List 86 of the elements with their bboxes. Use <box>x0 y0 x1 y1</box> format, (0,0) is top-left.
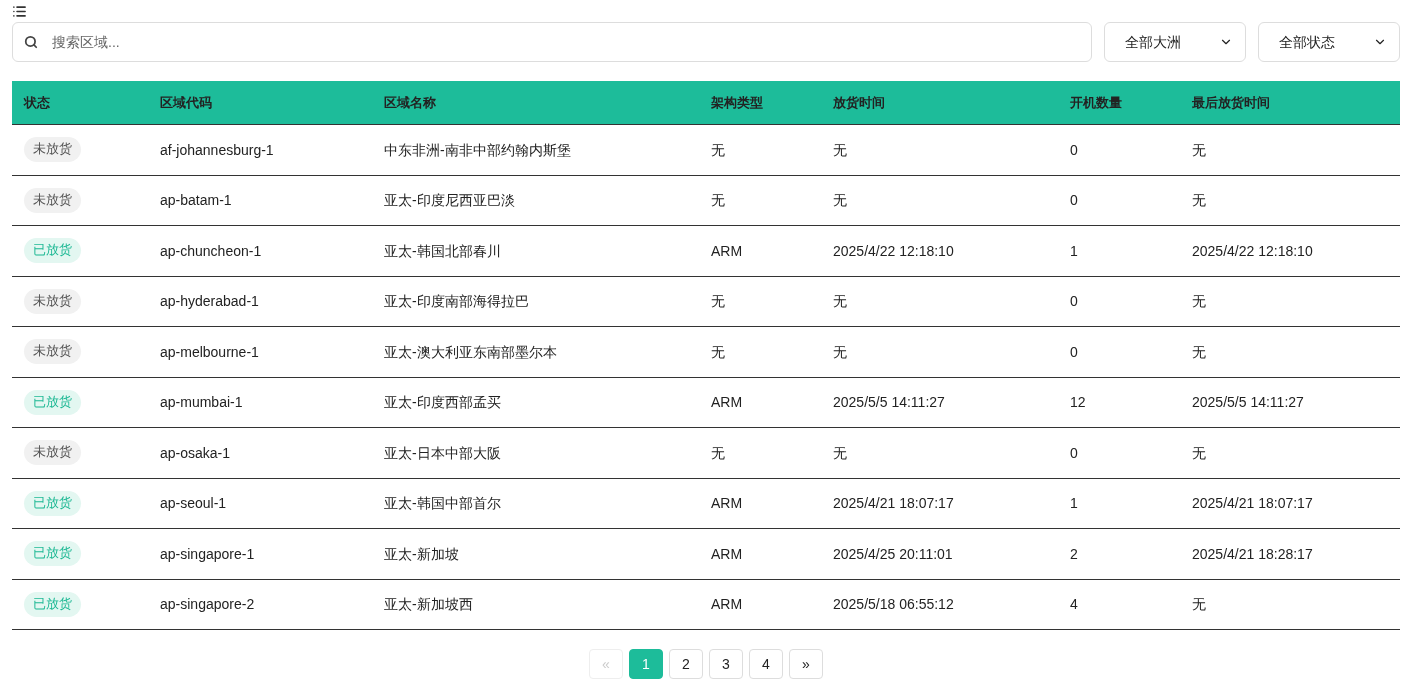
filter-dropdown[interactable]: 全部大洲 <box>1104 22 1246 62</box>
table-cell: ap-singapore-1 <box>160 545 255 562</box>
table-cell: 无 <box>711 141 725 158</box>
table-cell: 无 <box>1192 192 1206 209</box>
table-cell: ap-singapore-2 <box>160 596 255 613</box>
table-cell: 亚太-新加坡西 <box>384 596 473 613</box>
table-cell: ap-chuncheon-1 <box>160 242 262 259</box>
search-field[interactable]: 搜索区域... <box>12 22 1092 62</box>
table-cell: 0 <box>1070 343 1078 360</box>
table-cell: 无 <box>833 293 847 310</box>
table-cell: 无 <box>711 293 725 310</box>
table-cell: 4 <box>1070 596 1078 613</box>
status-badge: 已放货 <box>24 238 81 264</box>
table-cell: ap-osaka-1 <box>160 444 231 461</box>
table-cell: 亚太-澳大利亚东南部墨尔本 <box>384 343 557 360</box>
table-cell: 无 <box>833 192 847 209</box>
column-header: 区域代码 <box>160 94 212 110</box>
status-badge: 未放货 <box>24 288 81 314</box>
table-cell: 0 <box>1070 141 1078 158</box>
table-cell: 无 <box>1192 141 1206 158</box>
table-cell: 0 <box>1070 444 1078 461</box>
table-cell: 2025/5/18 06:55:12 <box>833 596 954 613</box>
column-header: 最后放货时间 <box>1192 94 1270 110</box>
search-icon <box>24 35 38 49</box>
status-badge: 已放货 <box>24 591 81 617</box>
table-cell: 0 <box>1070 293 1078 310</box>
table-cell: 无 <box>711 444 725 461</box>
table-cell: 2025/4/22 12:18:10 <box>833 242 954 259</box>
table-cell: 亚太-日本中部大阪 <box>384 444 501 461</box>
table-cell: 无 <box>833 141 847 158</box>
table-cell: ap-batam-1 <box>160 192 232 209</box>
page-button[interactable]: 4 <box>749 649 783 679</box>
table-cell: 亚太-印度尼西亚巴淡 <box>384 192 515 209</box>
table-cell: ap-mumbai-1 <box>160 394 243 411</box>
status-badge: 未放货 <box>24 339 81 365</box>
table-cell: 亚太-印度西部孟买 <box>384 394 501 411</box>
table-cell: 1 <box>1070 242 1078 259</box>
table-cell: 无 <box>1192 293 1206 310</box>
status-badge: 未放货 <box>24 187 81 213</box>
table-cell: 无 <box>833 444 847 461</box>
table-cell: 2025/5/5 14:11:27 <box>833 394 945 411</box>
table-cell: 2 <box>1070 545 1078 562</box>
table-cell: ap-melbourne-1 <box>160 343 259 360</box>
table-cell: 中东非洲-南非中部约翰内斯堡 <box>384 141 571 158</box>
column-header: 状态 <box>24 94 50 110</box>
column-header: 架构类型 <box>711 94 763 110</box>
table-cell: ARM <box>711 394 743 411</box>
column-header: 开机数量 <box>1070 94 1122 110</box>
table-cell: 无 <box>711 343 725 360</box>
table-cell: ap-seoul-1 <box>160 495 227 512</box>
page-button[interactable]: 3 <box>709 649 743 679</box>
table-cell: ARM <box>711 495 743 512</box>
status-badge: 未放货 <box>24 440 81 466</box>
table-cell: 1 <box>1070 495 1078 512</box>
table-cell: 亚太-韩国中部首尔 <box>384 495 501 512</box>
table-cell: 2025/4/22 12:18:10 <box>1192 242 1313 259</box>
table-cell: 无 <box>1192 596 1206 613</box>
table-cell: 2025/4/21 18:07:17 <box>833 495 954 512</box>
table-cell: 2025/4/21 18:07:17 <box>1192 495 1313 512</box>
table-cell: 无 <box>1192 444 1206 461</box>
table-cell: 2025/4/25 20:11:01 <box>833 545 953 562</box>
column-header: 放货时间 <box>833 94 885 110</box>
page-button[interactable]: 2 <box>669 649 703 679</box>
next-page-button[interactable]: » <box>789 649 823 679</box>
filter-dropdown[interactable]: 全部状态 <box>1258 22 1400 62</box>
table-cell: 亚太-新加坡 <box>384 545 459 562</box>
table-cell: ARM <box>711 242 743 259</box>
table-cell: ARM <box>711 545 743 562</box>
table-cell: 12 <box>1070 394 1086 411</box>
status-badge: 已放货 <box>24 541 81 567</box>
table-cell: 0 <box>1070 192 1078 209</box>
table-cell: ARM <box>711 596 743 613</box>
status-badge: 已放货 <box>24 490 81 516</box>
table-cell: 无 <box>1192 343 1206 360</box>
table-cell: 2025/4/21 18:28:17 <box>1192 545 1313 562</box>
list-icon[interactable] <box>12 3 27 19</box>
table-cell: ap-hyderabad-1 <box>160 293 259 310</box>
status-badge: 未放货 <box>24 137 81 163</box>
table-cell: 亚太-印度南部海得拉巴 <box>384 293 529 310</box>
table-cell: 2025/5/5 14:11:27 <box>1192 394 1304 411</box>
table-cell: 无 <box>833 343 847 360</box>
table-cell: 亚太-韩国北部春川 <box>384 242 501 259</box>
column-header: 区域名称 <box>384 94 436 110</box>
status-badge: 已放货 <box>24 389 81 415</box>
table-cell: 无 <box>711 192 725 209</box>
table-cell: af-johannesburg-1 <box>160 141 274 158</box>
